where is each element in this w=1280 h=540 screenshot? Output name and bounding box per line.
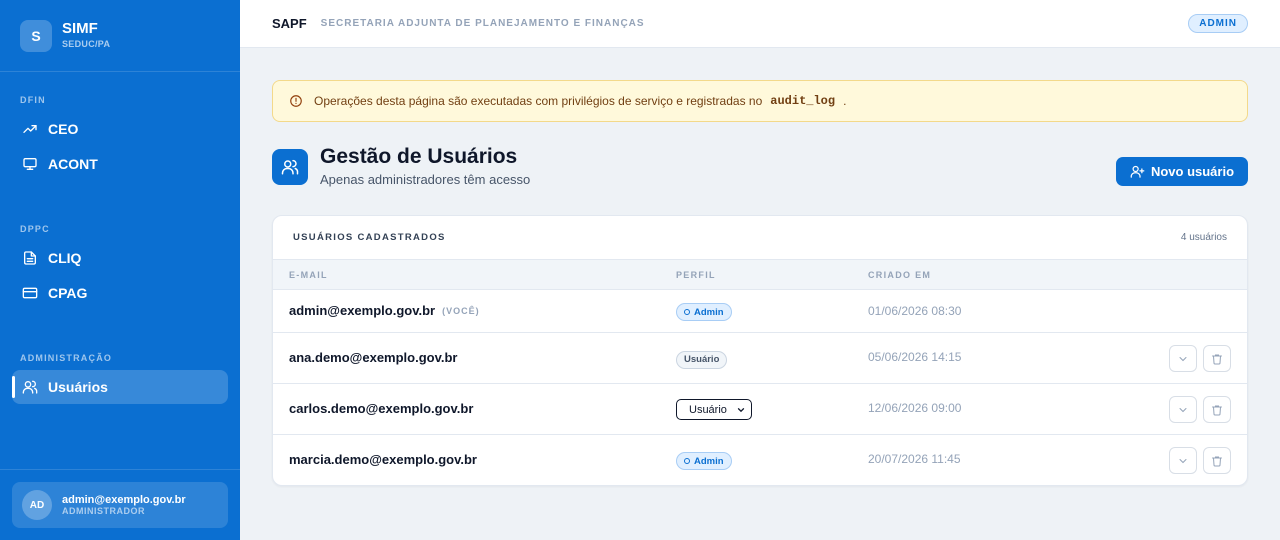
delete-button[interactable]	[1203, 447, 1231, 474]
created-date: 20/07/2026 11:45	[868, 452, 961, 466]
circle-icon	[684, 309, 690, 315]
created-date: 12/06/2026 09:00	[868, 401, 962, 415]
created-date: 01/06/2026 08:30	[868, 304, 962, 318]
delete-button[interactable]	[1203, 396, 1231, 423]
document-icon	[24, 251, 36, 265]
table-row: marcia.demo@exemplo.gov.br Admin 20/07/2…	[273, 435, 1247, 485]
brand: S SIMF SEDUC/PA	[0, 0, 240, 72]
trash-icon	[1212, 405, 1222, 415]
sidebar-item-label: Usuários	[48, 379, 108, 395]
chevron-down-icon	[1179, 458, 1187, 463]
sidebar-item-ceo[interactable]: CEO	[12, 112, 228, 146]
expand-button[interactable]	[1169, 396, 1197, 423]
app-title: SAPF	[272, 16, 307, 31]
expand-button[interactable]	[1169, 345, 1197, 372]
role-badge-user: Usuário	[676, 350, 728, 369]
table-header: E-MAIL PERFIL CRIADO EM	[273, 259, 1247, 290]
page-icon	[272, 149, 308, 185]
chevron-down-icon	[1179, 407, 1187, 412]
new-user-label: Novo usuário	[1150, 164, 1235, 179]
alert-text: Operações desta página são executadas co…	[314, 94, 763, 108]
sidebar-item-label: CLIQ	[48, 250, 82, 266]
audit-alert: Operações desta página são executadas co…	[272, 80, 1248, 122]
sidebar-item-acont[interactable]: ACONT	[12, 147, 228, 181]
user-email: marcia.demo@exemplo.gov.br	[289, 452, 477, 467]
role-label: Admin	[694, 306, 724, 318]
current-user-email: admin@exemplo.gov.br	[62, 493, 186, 506]
user-email: admin@exemplo.gov.br	[289, 303, 436, 318]
user-plus-icon	[1130, 165, 1145, 178]
sidebar-item-usuarios[interactable]: Usuários	[12, 370, 228, 404]
table-row: admin@exemplo.gov.br (VOCÊ) Admin 01/06/…	[273, 290, 1247, 333]
sidebar-item-label: ACONT	[48, 156, 98, 172]
sidebar-item-cliq[interactable]: CLIQ	[12, 241, 228, 275]
alert-code: audit_log	[770, 94, 836, 108]
app-subtitle: SECRETARIA ADJUNTA DE PLANEJAMENTO E FIN…	[320, 18, 645, 29]
role-select[interactable]: Usuário	[676, 399, 752, 420]
role-badge-admin: Admin	[676, 452, 732, 470]
users-card: USUÁRIOS CADASTRADOS 4 usuários E-MAIL P…	[272, 215, 1248, 486]
nav-section-administracao: ADMINISTRAÇÃO	[20, 353, 113, 363]
brand-subtitle: SEDUC/PA	[62, 39, 111, 49]
brand-logo: S	[20, 19, 52, 52]
table-row: carlos.demo@exemplo.gov.br Usuário 12/06…	[273, 384, 1247, 435]
column-header-perfil: PERFIL	[676, 270, 716, 280]
user-email: carlos.demo@exemplo.gov.br	[289, 401, 474, 416]
chevron-down-icon	[1179, 356, 1187, 361]
trash-icon	[1212, 456, 1222, 466]
circle-icon	[684, 458, 690, 464]
sidebar: S SIMF SEDUC/PA DFIN CEO ACONT DPPC CLIQ…	[0, 0, 240, 540]
page-subtitle: Apenas administradores têm acesso	[320, 172, 531, 187]
card-header: USUÁRIOS CADASTRADOS 4 usuários	[273, 216, 1247, 259]
new-user-button[interactable]: Novo usuário	[1116, 157, 1248, 186]
sidebar-item-cpag[interactable]: CPAG	[12, 276, 228, 310]
trash-icon	[1212, 354, 1222, 364]
column-header-email: E-MAIL	[289, 270, 328, 280]
trending-up-icon	[23, 125, 37, 133]
nav-section-dppc: DPPC	[20, 224, 50, 234]
delete-button[interactable]	[1203, 345, 1231, 372]
current-user-role: ADMINISTRADOR	[62, 505, 145, 516]
credit-card-icon	[22, 287, 38, 299]
user-email: ana.demo@exemplo.gov.br	[289, 350, 458, 365]
topbar: SAPF SECRETARIA ADJUNTA DE PLANEJAMENTO …	[240, 0, 1280, 48]
alert-text-end: .	[843, 94, 847, 108]
role-badge: ADMIN	[1188, 14, 1248, 33]
card-title: USUÁRIOS CADASTRADOS	[293, 232, 446, 243]
users-icon	[281, 159, 299, 175]
role-badge-admin: Admin	[676, 303, 732, 321]
nav-section-dfin: DFIN	[20, 95, 46, 105]
users-count: 4 usuários	[1180, 232, 1227, 243]
sidebar-item-label: CEO	[48, 121, 79, 137]
brand-name: SIMF	[62, 20, 98, 37]
role-select-value: Usuário	[689, 403, 727, 416]
users-icon	[22, 380, 38, 394]
table-row: ana.demo@exemplo.gov.br Usuário 05/06/20…	[273, 333, 1247, 384]
chevron-down-icon	[737, 407, 745, 412]
page-title: Gestão de Usuários	[320, 145, 518, 168]
you-label: (VOCÊ)	[442, 305, 480, 316]
current-user-card[interactable]: AD admin@exemplo.gov.br ADMINISTRADOR	[12, 482, 228, 528]
monitor-icon	[23, 158, 37, 170]
sidebar-item-label: CPAG	[48, 285, 88, 301]
column-header-criado: CRIADO EM	[868, 270, 932, 280]
expand-button[interactable]	[1169, 447, 1197, 474]
role-label: Usuário	[684, 354, 720, 365]
role-label: Admin	[694, 455, 724, 467]
avatar: AD	[22, 490, 52, 520]
alert-circle-icon	[290, 95, 302, 107]
created-date: 05/06/2026 14:15	[868, 350, 962, 364]
sidebar-footer: AD admin@exemplo.gov.br ADMINISTRADOR	[0, 469, 240, 540]
